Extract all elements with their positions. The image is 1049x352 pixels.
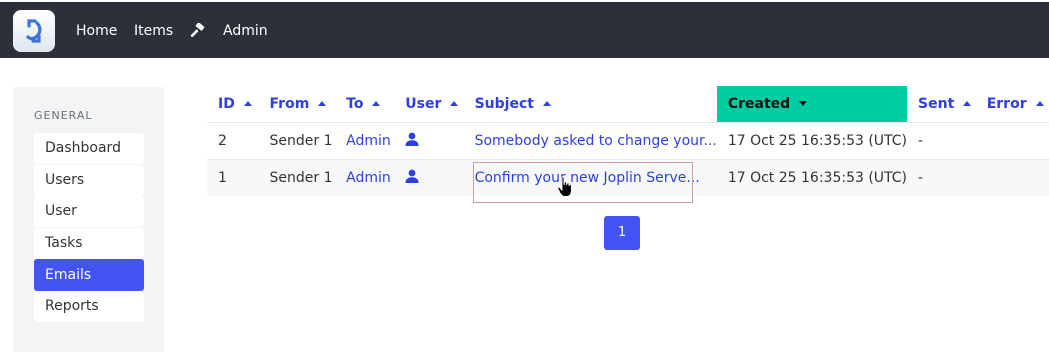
subject-link[interactable]: Somebody asked to change your... (475, 133, 717, 149)
sort-asc-icon (963, 101, 972, 106)
user-icon[interactable] (405, 169, 419, 187)
column-header-to[interactable]: To (335, 86, 394, 123)
hammer-icon[interactable] (189, 22, 205, 43)
cell-id: 2 (207, 122, 259, 160)
cell-sent: - (907, 159, 976, 196)
user-icon[interactable] (405, 132, 419, 150)
sort-asc-icon (372, 101, 381, 106)
pagination-page-button[interactable]: 1 (604, 216, 640, 250)
table-header-row: ID From To User Subject Created Sent Err… (207, 86, 1049, 123)
cell-id: 1 (207, 159, 259, 196)
table-row: 2 Sender 1 Admin Somebody asked to chang… (207, 122, 1049, 160)
cell-sent: - (907, 122, 976, 160)
cell-from: Sender 1 (258, 122, 336, 160)
column-header-created[interactable]: Created (716, 86, 908, 123)
sort-asc-icon (450, 101, 459, 106)
cell-user (394, 159, 464, 196)
sort-asc-icon (243, 101, 252, 106)
sort-asc-icon (318, 101, 327, 106)
hand-cursor-icon (557, 176, 573, 202)
cell-user (394, 122, 464, 160)
admin-sidebar: GENERAL Dashboard Users User deletions T… (13, 87, 164, 352)
top-navbar: Home Items Admin (0, 2, 1049, 58)
sidebar-item-users[interactable]: Users (34, 165, 144, 196)
joplin-logo-icon[interactable] (13, 10, 55, 52)
sort-desc-icon (799, 101, 808, 106)
column-header-from[interactable]: From (259, 86, 336, 123)
cell-subject: Somebody asked to change your... (463, 122, 717, 160)
sort-asc-icon (542, 101, 551, 106)
sidebar-heading: GENERAL (34, 109, 93, 122)
cell-error (975, 122, 1049, 160)
nav-items-link[interactable]: Items (134, 22, 173, 40)
column-header-error[interactable]: Error (976, 86, 1049, 123)
sort-asc-icon (1035, 101, 1044, 106)
subject-focus-outline (473, 162, 693, 203)
cell-created: 17 Oct 25 16:35:53 (UTC) (716, 159, 908, 196)
sidebar-item-dashboard[interactable]: Dashboard (34, 133, 144, 164)
cell-to: Admin (335, 159, 395, 196)
sidebar-item-user-deletions[interactable]: User deletions (34, 196, 144, 250)
recipient-link[interactable]: Admin (346, 170, 391, 186)
sidebar-item-reports[interactable]: Reports (34, 291, 144, 322)
cell-from: Sender 1 (258, 159, 336, 196)
column-header-subject[interactable]: Subject (464, 86, 717, 123)
column-header-user[interactable]: User (394, 86, 463, 123)
sidebar-item-emails[interactable]: Emails (34, 259, 144, 291)
nav-home-link[interactable]: Home (76, 22, 117, 40)
column-header-id[interactable]: ID (207, 86, 259, 123)
nav-admin-link[interactable]: Admin (223, 22, 268, 40)
sidebar-item-tasks[interactable]: Tasks (34, 228, 144, 259)
cell-to: Admin (335, 122, 395, 160)
cell-error (975, 159, 1049, 196)
cell-created: 17 Oct 25 16:35:53 (UTC) (716, 122, 908, 160)
column-header-sent[interactable]: Sent (907, 86, 976, 123)
recipient-link[interactable]: Admin (346, 133, 391, 149)
